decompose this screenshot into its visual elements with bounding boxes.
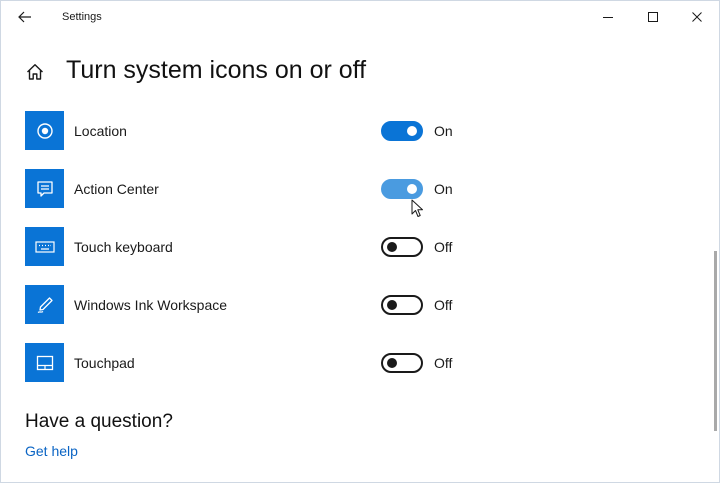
setting-label: Location [74,123,127,139]
setting-label: Action Center [74,181,159,197]
toggle-state-text: On [434,181,453,197]
setting-row-touch-keyboard: Touch keyboard Off [25,227,485,267]
setting-row-windows-ink: Windows Ink Workspace Off [25,285,485,325]
window-title: Settings [62,11,102,23]
location-toggle[interactable] [381,121,423,141]
toggle-knob [407,126,417,136]
toggle-knob [407,184,417,194]
close-icon [692,12,702,22]
toggle-state-text: On [434,123,453,139]
touchpad-icon [25,343,64,382]
touch-keyboard-toggle[interactable] [381,237,423,257]
minimize-icon [603,17,613,18]
page-title: Turn system icons on or off [66,56,367,84]
setting-label: Windows Ink Workspace [74,297,228,313]
setting-row-touchpad: Touchpad Off [25,343,485,383]
minimize-button[interactable] [593,5,623,29]
mouse-pointer-icon [411,199,423,217]
toggle-state-text: Off [434,297,453,313]
home-icon[interactable] [24,61,46,83]
toggle-state-text: Off [434,355,453,371]
toggle-knob [387,358,397,368]
action-center-icon [25,169,64,208]
toggle-knob [387,242,397,252]
maximize-button[interactable] [638,5,668,29]
pen-icon [25,285,64,324]
toggle-knob [387,300,397,310]
touchpad-toggle[interactable] [381,353,423,373]
setting-row-location: Location On [25,111,485,151]
help-heading: Have a question? [25,411,173,432]
toggle-state-text: Off [434,239,453,255]
setting-label: Touchpad [74,355,135,371]
location-icon [25,111,64,150]
windows-ink-toggle[interactable] [381,295,423,315]
title-bar: Settings [1,1,719,35]
close-button[interactable] [682,5,712,29]
action-center-toggle[interactable] [381,179,423,199]
setting-label: Touch keyboard [74,239,173,255]
keyboard-icon [25,227,64,266]
settings-window: Settings Turn system icons on or off Loc… [0,0,720,483]
back-button[interactable] [13,6,37,28]
maximize-icon [648,12,658,22]
get-help-link[interactable]: Get help [25,443,78,459]
back-arrow-icon [18,11,31,23]
scrollbar-thumb[interactable] [714,251,717,431]
